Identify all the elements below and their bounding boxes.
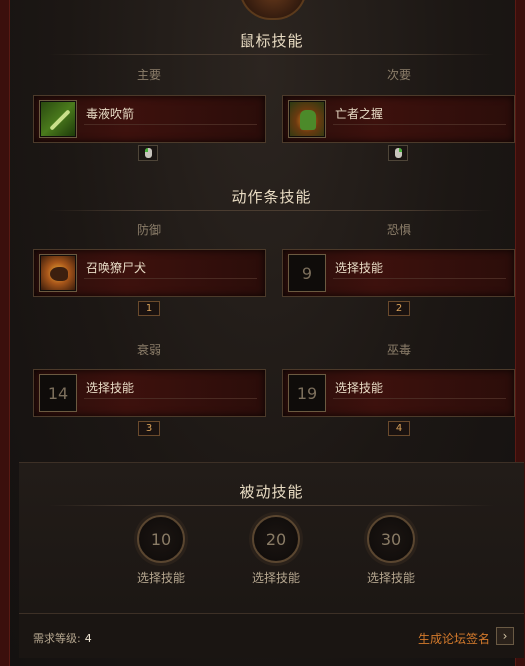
skills-panel: 鼠标技能 主要 次要 毒液吹箭 亡者之握 动作条技能 防御 恐惧 召唤獠尸犬 9… bbox=[0, 0, 525, 666]
empty-skill-icon: 19 bbox=[288, 374, 326, 412]
slot-underline bbox=[333, 398, 506, 399]
unlock-level: 9 bbox=[301, 263, 313, 283]
action-slot-2-skill: 选择技能 bbox=[335, 261, 384, 275]
action-slot-1-skill: 召唤獠尸犬 bbox=[86, 261, 147, 275]
weakness-slot-label: 衰弱 bbox=[136, 343, 161, 357]
action-slot-3-skill: 选择技能 bbox=[86, 381, 135, 395]
hotkey-badge-3: 3 bbox=[138, 421, 160, 436]
passive-slot-3-label: 选择技能 bbox=[366, 571, 415, 585]
passive-slot-2-label: 选择技能 bbox=[251, 571, 300, 585]
grasp-of-the-dead-icon bbox=[288, 100, 326, 138]
chevron-right-icon[interactable]: › bbox=[496, 627, 514, 645]
defensive-slot-label: 防御 bbox=[136, 223, 161, 237]
passive-slot-2[interactable]: 20 bbox=[252, 515, 300, 563]
section-divider bbox=[49, 210, 494, 211]
passive-skills-title: 被动技能 bbox=[239, 483, 304, 501]
passive-slot-3[interactable]: 30 bbox=[367, 515, 415, 563]
slot-underline bbox=[84, 278, 257, 279]
action-slot-4[interactable]: 19 选择技能 bbox=[282, 369, 515, 417]
secondary-skill-name: 亡者之握 bbox=[335, 107, 384, 121]
primary-skill-name: 毒液吹箭 bbox=[86, 107, 135, 121]
passive-slot-1[interactable]: 10 bbox=[137, 515, 185, 563]
action-slot-1[interactable]: 召唤獠尸犬 bbox=[33, 249, 266, 297]
hotkey-badge-4: 4 bbox=[388, 421, 410, 436]
generate-forum-signature-link[interactable]: 生成论坛签名 bbox=[418, 630, 490, 647]
terror-slot-label: 恐惧 bbox=[386, 223, 411, 237]
hotkey-badge-2: 2 bbox=[388, 301, 410, 316]
unlock-level: 19 bbox=[296, 383, 318, 403]
secondary-slot-label: 次要 bbox=[386, 68, 411, 82]
passive-slot-1-label: 选择技能 bbox=[136, 571, 185, 585]
right-mouse-icon bbox=[388, 145, 408, 161]
required-level-label: 需求等级: bbox=[33, 632, 81, 645]
required-level-value: 4 bbox=[84, 632, 92, 645]
primary-skill-slot[interactable]: 毒液吹箭 bbox=[33, 95, 266, 143]
hotkey-badge-1: 1 bbox=[138, 301, 160, 316]
action-slot-2[interactable]: 9 选择技能 bbox=[282, 249, 515, 297]
summon-zombie-dogs-icon bbox=[39, 254, 77, 292]
action-slot-3[interactable]: 14 选择技能 bbox=[33, 369, 266, 417]
passive-skills-panel: 被动技能 10 20 30 选择技能 选择技能 选择技能 bbox=[19, 462, 524, 613]
secondary-skill-slot[interactable]: 亡者之握 bbox=[282, 95, 515, 143]
required-level: 需求等级: 4 bbox=[33, 630, 92, 646]
poison-dart-icon bbox=[39, 100, 77, 138]
unlock-level: 14 bbox=[47, 383, 69, 403]
mouse-skills-title: 鼠标技能 bbox=[239, 32, 304, 50]
section-divider bbox=[49, 54, 494, 55]
section-divider bbox=[49, 505, 494, 506]
footer-bar: 需求等级: 4 生成论坛签名 › bbox=[19, 613, 524, 658]
slot-underline bbox=[333, 124, 506, 125]
left-mouse-icon bbox=[138, 145, 158, 161]
slot-underline bbox=[84, 124, 257, 125]
empty-skill-icon: 9 bbox=[288, 254, 326, 292]
primary-slot-label: 主要 bbox=[136, 68, 161, 82]
top-medallion-ornament bbox=[239, 0, 307, 20]
action-slot-4-skill: 选择技能 bbox=[335, 381, 384, 395]
empty-skill-icon: 14 bbox=[39, 374, 77, 412]
voodoo-slot-label: 巫毒 bbox=[386, 343, 411, 357]
slot-underline bbox=[84, 398, 257, 399]
action-bar-skills-title: 动作条技能 bbox=[231, 188, 312, 206]
slot-underline bbox=[333, 278, 506, 279]
